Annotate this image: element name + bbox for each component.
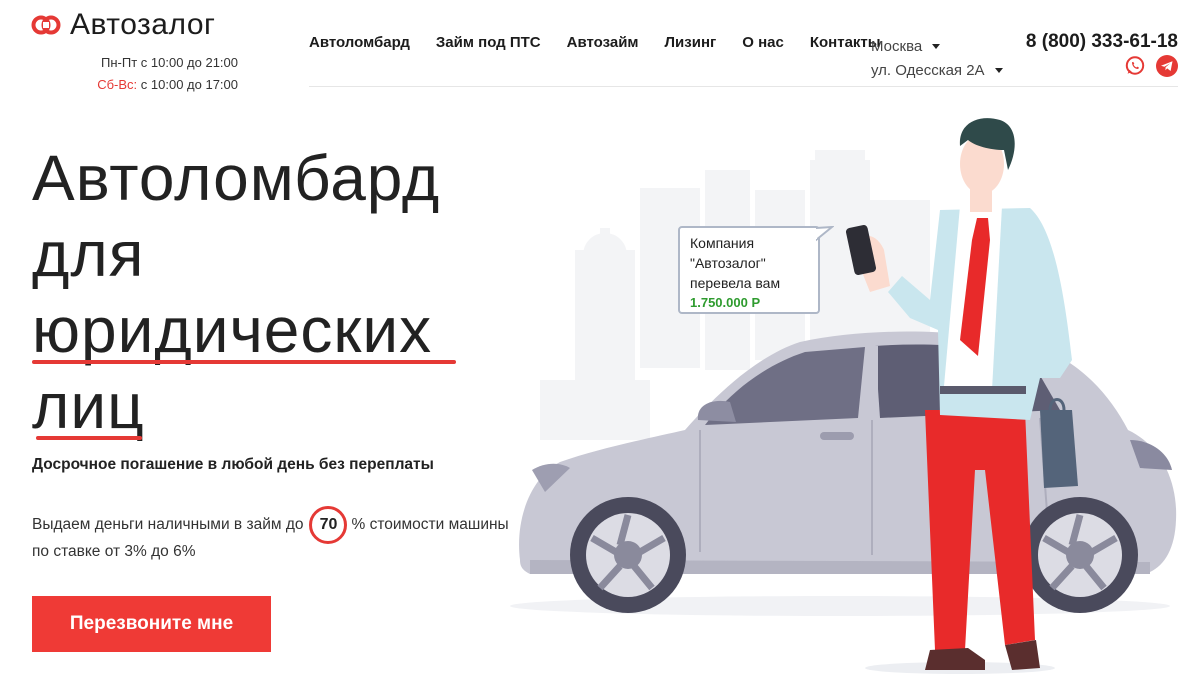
bubble-line-2: "Автозалог" bbox=[690, 255, 766, 271]
title-underline bbox=[36, 436, 142, 440]
nav-item-zaim-pts[interactable]: Займ под ПТС bbox=[436, 34, 541, 51]
header-divider bbox=[309, 86, 1178, 87]
nav-item-avtolombard[interactable]: Автоломбард bbox=[309, 34, 410, 51]
hero-rate: по ставке от 3% до 6% bbox=[32, 543, 196, 560]
desc-before: Выдаем деньги наличными в займ до bbox=[32, 516, 304, 533]
car-wheel-front bbox=[570, 497, 686, 613]
title-line-4-text: лиц bbox=[32, 370, 145, 442]
title-line-2: для bbox=[32, 218, 145, 290]
chevron-down-icon bbox=[932, 43, 941, 49]
car-wheel-rear bbox=[1022, 497, 1138, 613]
title-line-3-text: юридических bbox=[32, 294, 433, 366]
nav-item-contacts[interactable]: Контакты bbox=[810, 34, 881, 51]
weekend-label: Сб-Вс: bbox=[97, 77, 138, 92]
nav-item-lizing[interactable]: Лизинг bbox=[665, 34, 717, 51]
logo[interactable]: Автозалог bbox=[30, 8, 215, 42]
hero-illustration bbox=[510, 118, 1177, 674]
bubble-line-3: перевела вам bbox=[690, 275, 781, 291]
chevron-down-icon bbox=[994, 67, 1003, 73]
percent-badge: 70 bbox=[309, 506, 348, 544]
nav-item-about[interactable]: О нас bbox=[742, 34, 784, 51]
title-line-1: Автоломбард bbox=[32, 142, 441, 214]
whatsapp-icon[interactable] bbox=[1124, 55, 1146, 77]
address-dropdown[interactable]: ул. Одесская 2А bbox=[871, 58, 1003, 82]
bubble-amount: 1.750.000 Р bbox=[690, 295, 761, 310]
title-line-4: лиц bbox=[32, 368, 440, 444]
messenger-links bbox=[1124, 55, 1178, 77]
weekend-hours: Сб-Вс: с 10:00 до 17:00 bbox=[97, 74, 238, 96]
page-title: Автоломбард для юридических лиц bbox=[32, 140, 456, 444]
address-label: ул. Одесская 2А bbox=[871, 61, 985, 79]
bubble-line-1: Компания bbox=[690, 235, 755, 251]
callback-button[interactable]: Перезвоните мне bbox=[32, 596, 271, 652]
weekday-hours: Пн-Пт с 10:00 до 21:00 bbox=[101, 55, 238, 70]
telegram-icon[interactable] bbox=[1156, 55, 1178, 77]
location-selector: Москва ул. Одесская 2А bbox=[871, 34, 1003, 82]
transfer-notification-bubble: Компания "Автозалог" перевела вам 1.750.… bbox=[678, 226, 820, 314]
bubble-tail bbox=[816, 226, 834, 242]
main-nav: Автоломбард Займ под ПТС Автозайм Лизинг… bbox=[309, 34, 881, 51]
chain-link-icon bbox=[31, 15, 61, 35]
weekend-time: с 10:00 до 17:00 bbox=[140, 77, 238, 92]
title-line-3: юридических bbox=[32, 292, 456, 368]
hero-description: Выдаем деньги наличными в займ до 70 % с… bbox=[32, 506, 509, 544]
desc-after: % стоимости машины bbox=[351, 516, 509, 533]
hero-subtitle: Досрочное погашение в любой день без пер… bbox=[32, 456, 434, 473]
city-dropdown[interactable]: Москва bbox=[871, 34, 1003, 58]
working-hours: Пн-Пт с 10:00 до 21:00 Сб-Вс: с 10:00 до… bbox=[97, 52, 238, 96]
title-underline bbox=[32, 360, 456, 364]
phone-link[interactable]: 8 (800) 333-61-18 bbox=[1026, 31, 1178, 53]
city-label: Москва bbox=[871, 37, 923, 55]
nav-item-avtozaim[interactable]: Автозайм bbox=[567, 34, 639, 51]
brand-name: Автозалог bbox=[70, 8, 216, 41]
